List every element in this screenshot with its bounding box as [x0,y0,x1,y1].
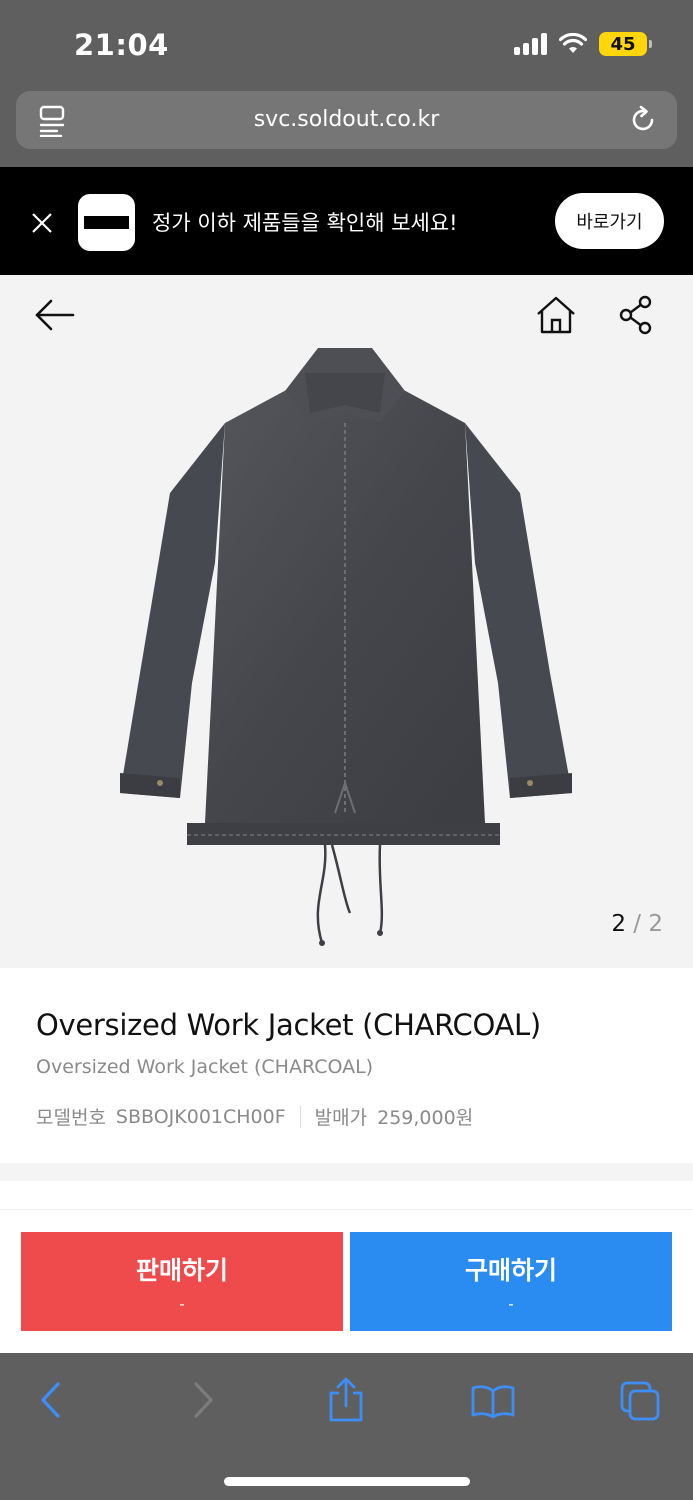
sell-button[interactable]: 판매하기 - [21,1232,343,1331]
product-image-gallery[interactable]: 2 / 2 [0,275,693,968]
cellular-signal-icon [514,33,547,55]
meta-divider [299,1105,301,1128]
browser-top-chrome: 21:04 45 svc.soldout.co.kr [0,0,693,167]
sell-button-label: 판매하기 [135,1255,228,1285]
sell-button-price: - [179,1294,185,1313]
home-icon[interactable] [535,295,577,335]
model-label: 모델번호 [36,1107,106,1129]
share-icon[interactable] [618,295,654,335]
buy-button-price: - [508,1294,514,1313]
model-value: SBBOJK001CH00F [115,1105,286,1128]
status-time: 21:04 [74,28,169,62]
product-photo [120,348,572,946]
back-arrow-icon[interactable] [34,297,76,333]
back-icon[interactable] [38,1380,64,1420]
price-label: 발매가 [314,1107,368,1129]
banner-message: 정가 이하 제품들을 확인해 보세요! [152,211,458,235]
reload-icon[interactable] [627,104,659,136]
home-indicator [224,1477,470,1486]
app-logo [78,194,135,251]
forward-icon[interactable] [190,1380,216,1420]
price-value: 259,000원 [377,1107,474,1129]
app-promo-banner: 정가 이하 제품들을 확인해 보세요! 바로가기 [0,167,693,275]
close-icon[interactable] [30,211,54,235]
buy-button[interactable]: 구매하기 - [350,1232,672,1331]
browser-toolbar [0,1353,693,1500]
gallery-current-page: 2 [611,911,626,937]
gallery-separator: / [633,911,642,937]
buy-button-label: 구매하기 [464,1255,557,1285]
wifi-icon [559,33,587,53]
tabs-icon[interactable] [619,1380,661,1422]
url-bar[interactable]: svc.soldout.co.kr [16,91,677,149]
product-title: Oversized Work Jacket (CHARCOAL) [36,1008,541,1042]
gallery-page-indicator: 2 / 2 [611,911,663,937]
gallery-total-pages: 2 [648,911,663,937]
battery-icon: 45 [599,32,652,56]
product-subtitle: Oversized Work Jacket (CHARCOAL) [36,1056,374,1078]
banner-go-button[interactable]: 바로가기 [555,193,664,249]
bookmarks-icon[interactable] [470,1383,516,1419]
trade-actions: 판매하기 - 구매하기 - [0,1181,693,1353]
url-text[interactable]: svc.soldout.co.kr [16,107,677,132]
product-meta: 모델번호 SBBOJK001CH00F 발매가 259,000원 [36,1103,473,1130]
share-sheet-icon[interactable] [328,1377,364,1423]
status-icons: 45 [514,32,652,56]
section-divider [0,1163,693,1181]
product-info: Oversized Work Jacket (CHARCOAL) Oversiz… [0,968,693,1163]
